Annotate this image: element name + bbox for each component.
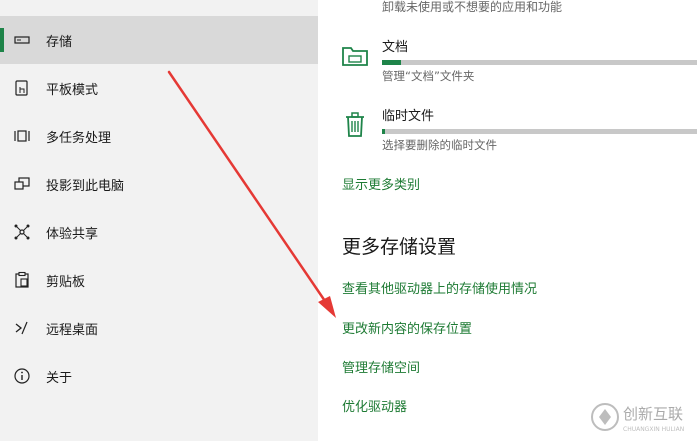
- view-other-drives-link[interactable]: 查看其他驱动器上的存储使用情况: [342, 278, 537, 297]
- multitasking-icon: [12, 126, 32, 146]
- storage-category-documents[interactable]: 文档 管理“文档”文件夹: [318, 36, 697, 92]
- sidebar-item-remote-desktop[interactable]: 远程桌面: [0, 304, 318, 352]
- sidebar-item-label: 平板模式: [46, 82, 99, 98]
- sidebar-item-label: 关于: [46, 370, 73, 386]
- category-description: 管理“文档”文件夹: [382, 69, 475, 83]
- sidebar-item-label: 剪贴板: [46, 274, 86, 290]
- apps-features-description: 卸载未使用或不想要的应用和功能: [382, 0, 563, 14]
- sidebar-item-tablet-mode[interactable]: 平板模式: [0, 64, 318, 112]
- optimize-drives-link[interactable]: 优化驱动器: [342, 396, 407, 415]
- change-save-location-link[interactable]: 更改新内容的保存位置: [342, 318, 472, 337]
- usage-bar-fill: [382, 129, 386, 134]
- show-more-categories-link[interactable]: 显示更多类别: [342, 174, 420, 193]
- settings-sidebar: 存储 平板模式 多任务处理 投影到此电脑 体验共享 剪贴板 远程桌面 关于: [0, 0, 318, 441]
- sidebar-item-label: 多任务处理: [46, 130, 112, 146]
- watermark-sub-text: CHUANGXIN HULIAN: [623, 426, 684, 433]
- sidebar-item-label: 体验共享: [46, 226, 99, 242]
- shared-experiences-icon: [12, 222, 32, 242]
- tablet-mode-icon: [12, 78, 32, 98]
- more-storage-settings-heading: 更多存储设置: [342, 236, 457, 258]
- sidebar-item-label: 远程桌面: [46, 322, 99, 338]
- sidebar-item-label: 存储: [46, 34, 73, 50]
- clipboard-icon: [12, 270, 32, 290]
- sidebar-item-storage[interactable]: 存储: [0, 16, 318, 64]
- category-title: 临时文件: [382, 109, 435, 124]
- sidebar-item-label: 投影到此电脑: [46, 178, 125, 194]
- category-description: 选择要删除的临时文件: [382, 138, 497, 152]
- watermark-logo: 创新互联 CHUANGXIN HULIAN: [589, 397, 693, 439]
- sidebar-item-project-to-pc[interactable]: 投影到此电脑: [0, 160, 318, 208]
- usage-bar: [382, 60, 697, 65]
- sidebar-item-multitasking[interactable]: 多任务处理: [0, 112, 318, 160]
- sidebar-item-about[interactable]: 关于: [0, 352, 318, 400]
- remote-desktop-icon: [12, 318, 32, 338]
- trash-icon: [340, 109, 370, 139]
- project-to-pc-icon: [12, 174, 32, 194]
- storage-settings-panel: 卸载未使用或不想要的应用和功能 文档 管理“文档”文件夹 临时文件 选择要删除的…: [318, 0, 697, 441]
- usage-bar-fill: [382, 60, 401, 65]
- folder-icon: [340, 40, 370, 70]
- storage-category-temp-files[interactable]: 临时文件 选择要删除的临时文件: [318, 105, 697, 161]
- sidebar-item-clipboard[interactable]: 剪贴板: [0, 256, 318, 304]
- watermark-brand-text: 创新互联: [623, 405, 683, 423]
- manage-storage-spaces-link[interactable]: 管理存储空间: [342, 357, 420, 376]
- category-title: 文档: [382, 40, 409, 55]
- sidebar-item-shared-experiences[interactable]: 体验共享: [0, 208, 318, 256]
- storage-icon: [12, 30, 32, 50]
- usage-bar: [382, 129, 697, 134]
- info-icon: [12, 366, 32, 386]
